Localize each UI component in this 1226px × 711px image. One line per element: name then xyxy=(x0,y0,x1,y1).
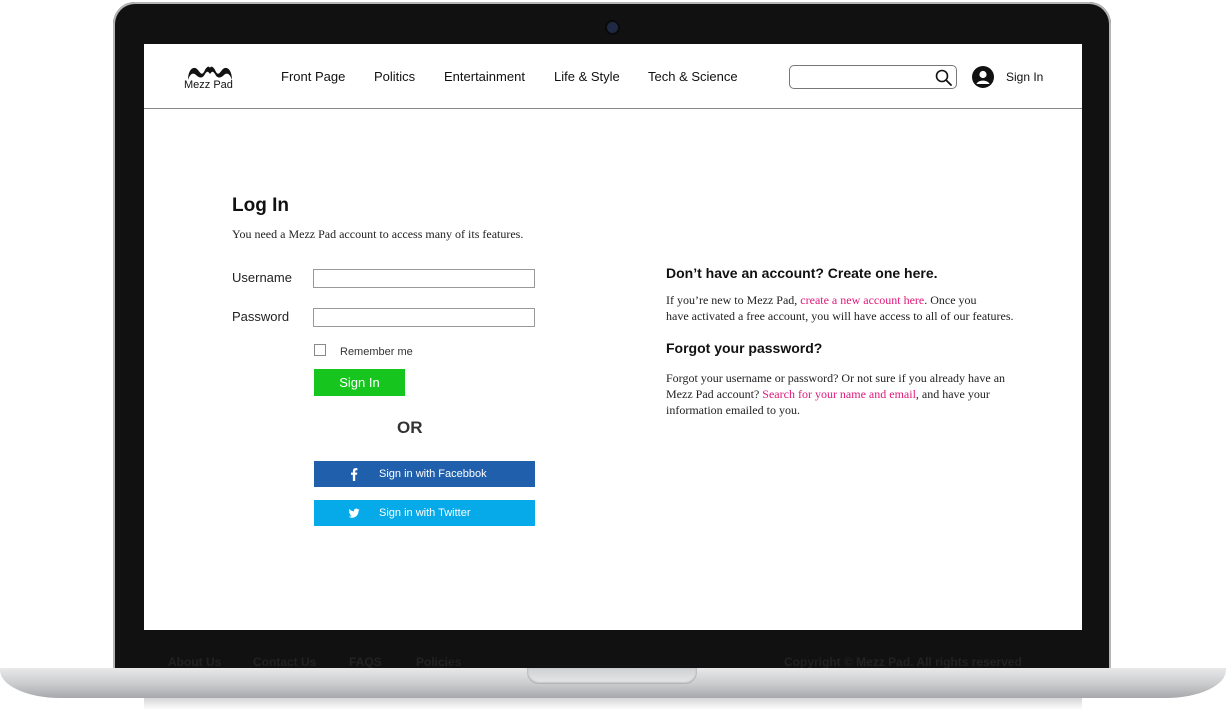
create-account-text-after: . Once you xyxy=(924,293,977,307)
create-account-link[interactable]: create a new account here xyxy=(800,293,924,307)
footer-link-faqs[interactable]: FAQS xyxy=(349,655,382,669)
logo-text[interactable]: Mezz Pad xyxy=(184,79,233,91)
create-account-heading: Don’t have an account? Create one here. xyxy=(666,265,938,281)
create-account-text-before: If you’re new to Mezz Pad, xyxy=(666,293,801,307)
search-box xyxy=(789,65,957,89)
username-label: Username xyxy=(232,270,292,285)
forgot-text-line3: information emailed to you. xyxy=(666,403,800,417)
sign-in-button[interactable]: Sign In xyxy=(314,369,405,396)
search-icon[interactable] xyxy=(935,69,952,86)
facebook-icon xyxy=(351,468,358,481)
page-subtitle: You need a Mezz Pad account to access ma… xyxy=(232,227,524,241)
nav-politics[interactable]: Politics xyxy=(374,69,415,84)
password-field[interactable] xyxy=(313,308,535,327)
forgot-text-line1: Forgot your username or password? Or not… xyxy=(666,371,1006,385)
or-divider: OR xyxy=(397,418,423,437)
forgot-text-line2-after: , and have your xyxy=(915,387,990,401)
remember-me-checkbox[interactable] xyxy=(314,344,326,356)
laptop-base-notch xyxy=(527,668,697,684)
footer-link-policies[interactable]: Policies xyxy=(416,655,461,669)
twitter-icon xyxy=(348,508,360,518)
create-account-text-line2: have activated a free account, you will … xyxy=(666,309,1014,323)
forgot-password-text: Forgot your username or password? Or not… xyxy=(666,370,1056,418)
user-avatar-icon[interactable] xyxy=(972,66,994,88)
footer-link-about[interactable]: About Us xyxy=(168,655,221,669)
nav-tech-science[interactable]: Tech & Science xyxy=(648,69,738,84)
header-sign-in-link[interactable]: Sign In xyxy=(1006,70,1043,84)
laptop-base-shadow xyxy=(144,698,1082,710)
facebook-button-label: Sign in with Facebbok xyxy=(379,468,487,480)
search-name-email-link[interactable]: Search for your name and email xyxy=(762,387,916,401)
facebook-sign-in-button[interactable]: Sign in with Facebbok xyxy=(314,461,535,487)
password-label: Password xyxy=(232,309,290,324)
forgot-password-heading: Forgot your password? xyxy=(666,340,823,356)
twitter-sign-in-button[interactable]: Sign in with Twitter xyxy=(314,500,535,526)
twitter-button-label: Sign in with Twitter xyxy=(379,507,471,519)
remember-me-label: Remember me xyxy=(340,346,413,358)
site-header: Mezz Pad Front Page Politics Entertainme… xyxy=(144,44,1082,109)
footer-copyright: Copyright © Mezz Pad. All rights reserve… xyxy=(784,655,1022,669)
webcam xyxy=(607,22,618,33)
search-input[interactable] xyxy=(796,67,938,89)
browser-screen: Mezz Pad Front Page Politics Entertainme… xyxy=(144,44,1082,630)
forgot-text-line2-before: Mezz Pad account? xyxy=(666,387,763,401)
nav-life-style[interactable]: Life & Style xyxy=(554,69,620,84)
create-account-text: If you’re new to Mezz Pad, create a new … xyxy=(666,292,1056,324)
nav-front-page[interactable]: Front Page xyxy=(281,69,345,84)
page-title: Log In xyxy=(232,195,289,216)
footer-link-contact[interactable]: Contact Us xyxy=(253,655,316,669)
nav-entertainment[interactable]: Entertainment xyxy=(444,69,525,84)
username-field[interactable] xyxy=(313,269,535,288)
